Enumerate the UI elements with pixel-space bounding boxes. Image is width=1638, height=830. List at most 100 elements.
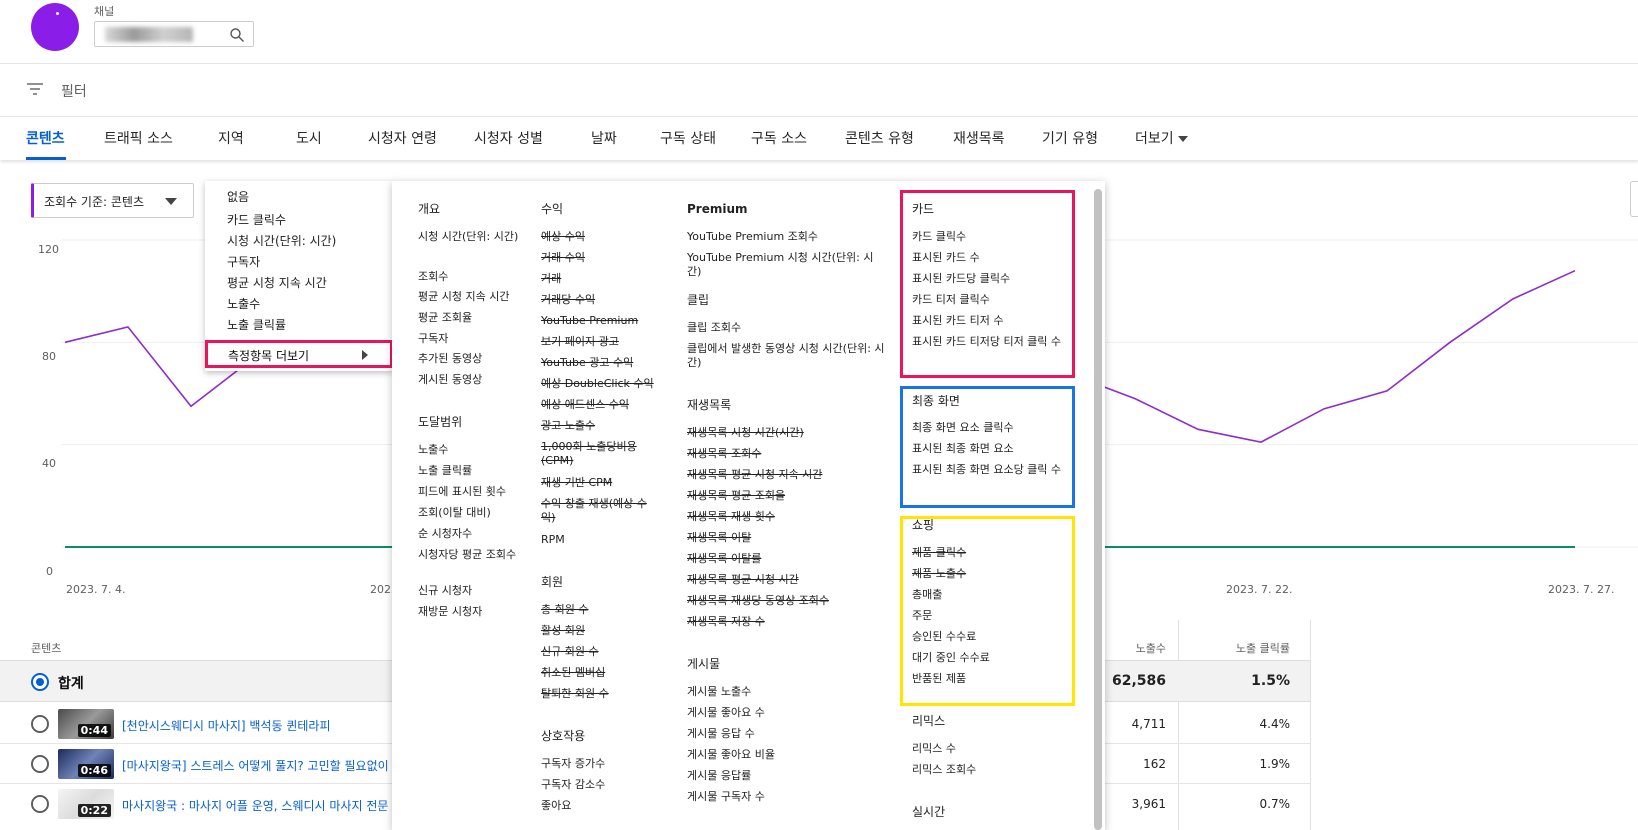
menu-item-more-metrics[interactable]: 측정항목 더보기	[205, 340, 393, 368]
tab-more[interactable]: 더보기	[1135, 128, 1188, 148]
metric-option[interactable]: 재생목록 이탈률	[687, 552, 887, 566]
metric-option[interactable]: 거래	[541, 272, 656, 286]
channel-search-input[interactable]	[94, 21, 254, 47]
metric-option[interactable]: 재생목록 평균 시청 시간	[687, 573, 887, 587]
video-thumbnail[interactable]: 0:46	[58, 749, 114, 779]
metric-option[interactable]: 조회수	[418, 270, 520, 284]
metric-option[interactable]: 예상 DoubleClick 수익	[541, 377, 656, 391]
tab-region[interactable]: 지역	[218, 128, 244, 148]
menu-item-none[interactable]: 없음	[227, 188, 249, 205]
metric-option[interactable]: 재방문 시청자	[418, 605, 520, 619]
metric-option[interactable]: 조회(이탈 대비)	[418, 506, 520, 520]
filter-bar[interactable]: 필터	[0, 63, 1638, 117]
metric-option[interactable]: 예상 애드센스 수익	[541, 398, 656, 412]
menu-item-impressions[interactable]: 노출수	[227, 295, 260, 312]
menu-scrollbar[interactable]	[1094, 189, 1102, 830]
ctr-column-header[interactable]: 노출 클릭률	[1220, 640, 1290, 656]
metric-option[interactable]: YouTube Premium 시청 시간(단위: 시간)	[687, 251, 887, 279]
metric-option[interactable]: 활성 회원	[541, 624, 656, 638]
metric-option[interactable]: 구독자 감소수	[541, 778, 656, 792]
metric-option[interactable]: 수익 창출 재생(예상 수익)	[541, 497, 656, 525]
metric-option[interactable]: RPM	[541, 533, 656, 547]
metric-option[interactable]: 리믹스 수	[912, 742, 1062, 756]
metric-option[interactable]: 게시물 좋아요 수	[687, 706, 887, 720]
metric-option[interactable]: 거래 수익	[541, 251, 656, 265]
metric-select[interactable]: 조회수 기준: 콘텐츠	[31, 183, 194, 218]
metric-option[interactable]: 게시물 구독자 수	[687, 790, 887, 804]
metric-option[interactable]: 신규 시청자	[418, 584, 520, 598]
metric-option[interactable]: 재생목록 이탈	[687, 531, 887, 545]
menu-item-subscribers[interactable]: 구독자	[227, 253, 260, 270]
metric-option[interactable]: 게시물 응답률	[687, 769, 887, 783]
right-edge-control[interactable]	[1630, 181, 1638, 217]
metric-option[interactable]: YouTube Premium 조회수	[687, 230, 887, 244]
metric-option[interactable]: 피드에 표시된 횟수	[418, 485, 520, 499]
metric-option[interactable]: 총 회원 수	[541, 603, 656, 617]
row-radio[interactable]	[31, 715, 49, 733]
metric-option[interactable]: 클립에서 발생한 동영상 시청 시간(단위: 시간)	[687, 342, 887, 370]
metric-option[interactable]: 클립 조회수	[687, 321, 887, 335]
metric-option[interactable]: 순 시청자수	[418, 527, 520, 541]
metric-option[interactable]: YouTube 광고 수익	[541, 356, 656, 370]
metric-option[interactable]: 추가된 동영상	[418, 352, 520, 366]
metric-option[interactable]: 좋아요	[541, 799, 656, 813]
menu-item-impressions-ctr[interactable]: 노출 클릭률	[227, 316, 286, 333]
tab-content[interactable]: 콘텐츠	[26, 128, 65, 148]
metric-option[interactable]: 노출 클릭률	[418, 464, 520, 478]
metric-option[interactable]: 게시물 좋아요 비율	[687, 748, 887, 762]
metric-option[interactable]: 노출수	[418, 443, 520, 457]
metric-option[interactable]: 재생목록 재생 횟수	[687, 510, 887, 524]
tab-content-type[interactable]: 콘텐츠 유형	[845, 128, 914, 148]
metric-option[interactable]: 평균 조회율	[418, 311, 520, 325]
metric-option[interactable]: 취소된 멤버십	[541, 666, 656, 680]
metric-option[interactable]: YouTube Premium	[541, 314, 656, 328]
tab-city[interactable]: 도시	[296, 128, 322, 148]
metric-option[interactable]: 게시물 응답 수	[687, 727, 887, 741]
menu-item-card-clicks[interactable]: 카드 클릭수	[227, 211, 286, 228]
metric-option[interactable]: 리믹스 조회수	[912, 763, 1062, 777]
metric-option[interactable]: 재생목록 조회수	[687, 447, 887, 461]
metric-option[interactable]: 광고 노출수	[541, 419, 656, 433]
metric-option[interactable]: 재생목록 저장 수	[687, 615, 887, 629]
video-title-link[interactable]: 마사지왕국 : 마사지 어플 운영, 스웨디시 마사지 전문	[122, 797, 392, 814]
tab-viewer-age[interactable]: 시청자 연령	[368, 128, 437, 148]
impressions-column-header[interactable]: 노출수	[1120, 640, 1166, 656]
metric-option[interactable]: 구독자	[418, 332, 520, 346]
metric-option[interactable]: 재생 기반 CPM	[541, 476, 656, 490]
tab-subscription-status[interactable]: 구독 상태	[660, 128, 716, 148]
metric-option[interactable]: 시청자당 평균 조회수	[418, 548, 520, 562]
tab-traffic-source[interactable]: 트래픽 소스	[104, 128, 173, 148]
menu-item-avg-view-duration[interactable]: 평균 시청 지속 시간	[227, 274, 327, 291]
total-radio[interactable]	[31, 673, 49, 691]
menu-item-watch-time[interactable]: 시청 시간(단위: 시간)	[227, 232, 336, 249]
tab-viewer-gender[interactable]: 시청자 성별	[474, 128, 543, 148]
metric-option[interactable]: 게시된 동영상	[418, 373, 520, 387]
metric-option[interactable]: 재생목록 재생당 동영상 조회수	[687, 594, 887, 608]
metric-option[interactable]: 재생목록 평균 시청 지속 시간	[687, 468, 887, 482]
filter-icon[interactable]	[26, 81, 44, 97]
video-title-link[interactable]: [마사지왕국] 스트레스 어떻게 풀지? 고민할 필요없이	[122, 757, 392, 774]
metric-option[interactable]: 보기 페이지 광고	[541, 335, 656, 349]
metric-option[interactable]: 재생목록 평균 조회율	[687, 489, 887, 503]
metric-option[interactable]: 평균 시청 지속 시간	[418, 290, 520, 304]
tab-subscription-source[interactable]: 구독 소스	[751, 128, 807, 148]
metric-option[interactable]: 재생목록 시청 시간(시간)	[687, 426, 887, 440]
metric-option[interactable]: 신규 회원 수	[541, 645, 656, 659]
search-icon[interactable]	[229, 27, 245, 43]
row-radio[interactable]	[31, 755, 49, 773]
tab-date[interactable]: 날짜	[591, 128, 617, 148]
metric-option[interactable]: 구독자 증가수	[541, 757, 656, 771]
tab-playlist[interactable]: 재생목록	[953, 128, 1005, 148]
channel-avatar[interactable]	[31, 3, 79, 51]
tab-device-type[interactable]: 기기 유형	[1042, 128, 1098, 148]
metric-option[interactable]: 거래당 수익	[541, 293, 656, 307]
video-thumbnail[interactable]: 0:44	[58, 709, 114, 739]
metric-option[interactable]: 예상 수익	[541, 230, 656, 244]
row-radio[interactable]	[31, 795, 49, 813]
metric-option[interactable]: 시청 시간(단위: 시간)	[418, 230, 520, 244]
video-title-link[interactable]: [천안시스웨디시 마사지] 백석동 퀸테라피	[122, 717, 392, 734]
metric-option[interactable]: 게시물 노출수	[687, 685, 887, 699]
metric-option[interactable]: 탈퇴한 회원 수	[541, 687, 656, 701]
video-thumbnail[interactable]: 0:22	[58, 789, 114, 819]
metric-option[interactable]: 1,000회 노출당비용 (CPM)	[541, 440, 656, 468]
